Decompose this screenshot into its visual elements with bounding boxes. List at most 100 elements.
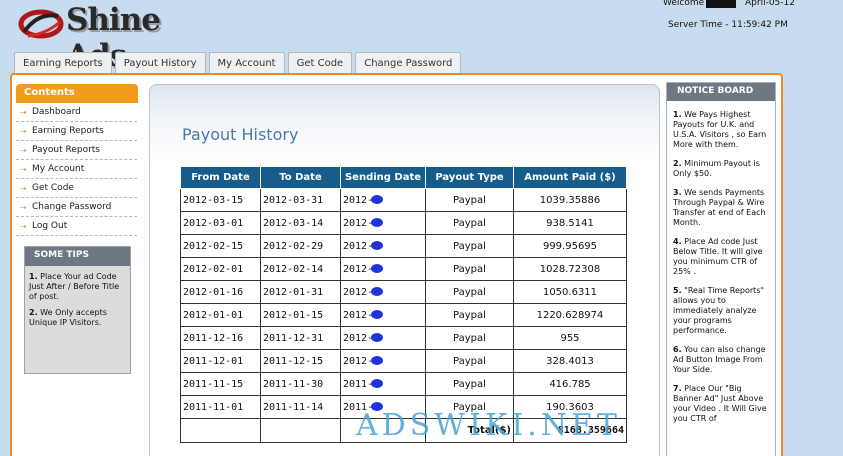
sidebar-item-label: Log Out [32,221,68,231]
notice-number: 1. [673,110,682,119]
sidebar-item-label: Earning Reports [32,126,104,136]
tab-my-account[interactable]: My Account [208,52,285,73]
cell-from-date: 2011-12-01 [180,349,261,373]
cell-payout-type: Paypal [425,257,514,281]
cell-to-date-text: 2012-01-31 [263,286,324,298]
cell-to-date: 2012-03-14 [260,211,341,235]
notice-number: 4. [673,237,682,246]
tab-change-password[interactable]: Change Password [355,52,462,73]
cell-from-date-text: 2012-02-01 [183,263,244,275]
cell-amount-paid-text: 328.4013 [546,355,594,367]
notice-item: 1. We Pays Highest Payouts for U.K. and … [667,101,775,150]
redacted-scribble [371,356,384,365]
cell-payout-type-text: Paypal [453,378,486,390]
redacted-scribble [371,195,384,204]
logo[interactable]: Shine Ads [14,2,214,74]
sidebar-item-my-account[interactable]: ⇢ My Account [16,160,137,179]
table-row: 2012-03-15 2012-03-31 2012- Paypal 1039.3588… [180,188,627,212]
cell-amount-paid-text: 1039.35886 [539,194,601,206]
cell-from-date-text: 2012-01-01 [183,309,244,321]
table-row: 2012-02-01 2012-02-14 2012- Paypal 1028.7230… [180,257,627,281]
cell-to-date: 2012-02-29 [260,234,341,258]
cell-amount-paid-text: 416.785 [549,378,591,390]
sidebar-menu: ⇢ Dashboard ⇢ Earning Reports ⇢ Payout Repo… [16,103,137,236]
cell-amount-paid: 1050.6311 [513,280,627,304]
cell-payout-type-text: Paypal [453,355,486,367]
cell-payout-type: Paypal [425,303,514,327]
orange-arrow-icon: ⇢ [20,126,27,136]
cell-amount-paid-text: 1028.72308 [539,263,601,275]
table-row: 2012-02-15 2012-02-29 2012- Paypal 999.95695 [180,234,627,258]
col-amount-paid: Amount Paid ($) [513,166,627,189]
cell-from-date: 2012-02-15 [180,234,261,258]
notice-board: NOTICE BOARD 1. We Pays Highest Payouts … [666,82,776,456]
orange-arrow-icon: ⇢ [20,107,27,117]
cell-payout-type: Paypal [425,211,514,235]
cell-payout-type-text: Paypal [453,217,486,229]
cell-payout-type-text: Paypal [453,263,486,275]
sidebar-item-log-out[interactable]: ⇢ Log Out [16,217,137,236]
current-date: April-05-12 [745,0,795,8]
cell-from-date-text: 2012-03-01 [183,217,244,229]
tab-earning-reports[interactable]: Earning Reports [14,52,112,73]
tip-item: 1. Place Your ad Code Just After / Befor… [25,266,130,302]
cell-from-date-text: 2011-12-16 [183,332,244,344]
cell-payout-type: Paypal [425,188,514,212]
cell-from-date: 2012-02-01 [180,257,261,281]
redacted-scribble [371,287,384,296]
cell-payout-type: Paypal [425,326,514,350]
sidebar-item-label: Dashboard [32,107,81,117]
cell-payout-type-text: Paypal [453,309,486,321]
cell-from-date-text: 2012-02-15 [183,240,244,252]
cell-sending-date-text: 2012- [343,217,374,229]
cell-payout-type-text: Paypal [453,286,486,298]
table-row: 2011-12-16 2011-12-31 2012- Paypal 955 [180,326,627,350]
sidebar-item-change-password[interactable]: ⇢ Change Password [16,198,137,217]
col-payout-type: Payout Type [425,166,514,189]
notice-text: Place Our "Big Banner Ad" Just Above you… [673,384,767,423]
tab-payout-history[interactable]: Payout History [114,52,206,73]
redacted-scribble [371,218,384,227]
sidebar-title: Contents [16,84,138,103]
cell-to-date-text: 2011-12-15 [263,355,324,367]
redacted-scribble [371,241,384,250]
cell-sending-date: 2012- [340,349,426,373]
cell-amount-paid: 328.4013 [513,349,627,373]
cell-payout-type: Paypal [425,280,514,304]
cell-payout-type: Paypal [425,349,514,373]
cell-from-date-text: 2011-12-01 [183,355,244,367]
table-row: 2011-11-15 2011-11-30 2011- Paypal 416.785 [180,372,627,396]
sidebar-item-payout-reports[interactable]: ⇢ Payout Reports [16,141,137,160]
cell-to-date: 2012-01-31 [260,280,341,304]
cell-from-date: 2011-11-15 [180,372,261,396]
cell-payout-type: Paypal [425,372,514,396]
cell-from-date-text: 2012-01-16 [183,286,244,298]
cell-from-date-text: 2011-11-15 [183,378,244,390]
cell-sending-date: 2011- [340,372,426,396]
cell-sending-date: 2012- [340,234,426,258]
cell-sending-date-text: 2012- [343,332,374,344]
cell-amount-paid: 1039.35886 [513,188,627,212]
tab-get-code[interactable]: Get Code [287,52,353,73]
cell-from-date: 2012-01-16 [180,280,261,304]
tip-text: Place Your ad Code Just After / Before T… [29,272,120,301]
cell-to-date-text: 2011-12-31 [263,332,324,344]
orange-arrow-icon: ⇢ [20,221,27,231]
notice-item: 4. Place Ad code Just Below Title. It wi… [667,228,775,277]
cell-sending-date: 2012- [340,280,426,304]
orange-arrow-icon: ⇢ [20,164,27,174]
notice-text: We sends Payments Through Paypal & Wire … [673,188,766,227]
cell-amount-paid-text: 1220.628974 [536,309,604,321]
cell-from-date: 2012-03-15 [180,188,261,212]
payout-table: From Date To Date Sending Date Payout Ty… [180,166,627,443]
sidebar-item-label: Get Code [32,183,74,193]
cell-sending-date: 2012- [340,326,426,350]
cell-amount-paid-text: 999.95695 [542,240,598,252]
sidebar-item-earning-reports[interactable]: ⇢ Earning Reports [16,122,137,141]
sidebar-item-dashboard[interactable]: ⇢ Dashboard [16,103,137,122]
cell-to-date: 2011-12-31 [260,326,341,350]
sidebar-item-get-code[interactable]: ⇢ Get Code [16,179,137,198]
redacted-scribble [371,333,384,342]
tip-number: 2. [29,308,38,317]
cell-sending-date-text: 2012- [343,240,374,252]
